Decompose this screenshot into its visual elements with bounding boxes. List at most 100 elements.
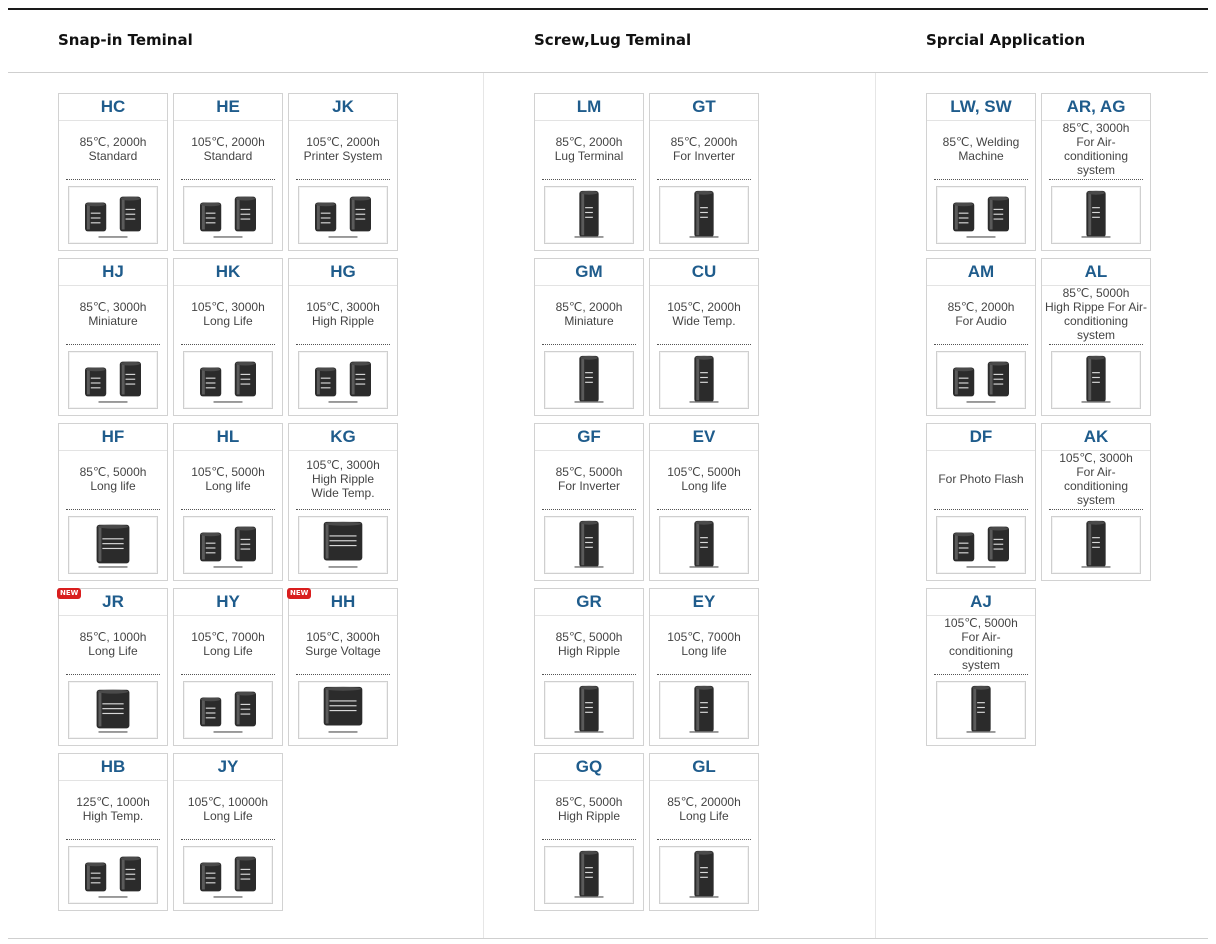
capacitor-image[interactable]	[68, 681, 158, 739]
product-card-hy[interactable]: HY 105℃, 7000h Long Life	[173, 588, 283, 746]
capacitor-image[interactable]	[298, 681, 388, 739]
series-code[interactable]: EV	[650, 424, 758, 451]
capacitor-image[interactable]	[298, 351, 388, 409]
series-code[interactable]: HB	[59, 754, 167, 781]
series-code[interactable]: AL	[1042, 259, 1150, 286]
series-code[interactable]: HK	[174, 259, 282, 286]
dotted-separator	[657, 674, 751, 675]
series-description: 85℃, 3000h For Air-conditioning system	[1044, 121, 1148, 177]
product-card-hb[interactable]: HB 125℃, 1000h High Temp.	[58, 753, 168, 911]
product-card-kg[interactable]: KG 105℃, 3000h High Ripple Wide Temp.	[288, 423, 398, 581]
series-code[interactable]: HF	[59, 424, 167, 451]
capacitor-image[interactable]	[1051, 351, 1141, 409]
dotted-separator	[542, 179, 636, 180]
product-card-gf[interactable]: GF 85℃, 5000h For Inverter	[534, 423, 644, 581]
capacitor-image[interactable]	[659, 516, 749, 574]
series-code[interactable]: JY	[174, 754, 282, 781]
product-card-al[interactable]: AL 85℃, 5000h High Rippe For Air-condition…	[1041, 258, 1151, 416]
product-card-gr[interactable]: GR 85℃, 5000h High Ripple	[534, 588, 644, 746]
capacitor-icon	[315, 361, 371, 403]
product-card-df[interactable]: DF For Photo Flash	[926, 423, 1036, 581]
series-description: 105℃, 3000h High Ripple	[291, 286, 395, 342]
series-code[interactable]: LW, SW	[927, 94, 1035, 121]
capacitor-image[interactable]	[1051, 516, 1141, 574]
series-code[interactable]: HL	[174, 424, 282, 451]
capacitor-image[interactable]	[183, 681, 273, 739]
capacitor-image[interactable]	[298, 186, 388, 244]
capacitor-image[interactable]	[183, 516, 273, 574]
series-code[interactable]: LM	[535, 94, 643, 121]
product-card-lw-sw[interactable]: LW, SW 85℃, Welding Machine	[926, 93, 1036, 251]
series-code[interactable]: GM	[535, 259, 643, 286]
product-card-aj[interactable]: AJ 105℃, 5000h For Air-conditioning system	[926, 588, 1036, 746]
series-code[interactable]: AK	[1042, 424, 1150, 451]
series-code[interactable]: AM	[927, 259, 1035, 286]
capacitor-image[interactable]	[298, 516, 388, 574]
product-card-hf[interactable]: HF 85℃, 5000h Long life	[58, 423, 168, 581]
capacitor-image[interactable]	[659, 681, 749, 739]
capacitor-image[interactable]	[544, 846, 634, 904]
product-card-ey[interactable]: EY 105℃, 7000h Long life	[649, 588, 759, 746]
capacitor-image[interactable]	[544, 351, 634, 409]
description-line: 85℃, 3000h	[79, 300, 147, 314]
series-code[interactable]: HJ	[59, 259, 167, 286]
series-code[interactable]: JK	[289, 94, 397, 121]
product-card-gq[interactable]: GQ 85℃, 5000h High Ripple	[534, 753, 644, 911]
series-code[interactable]: CU	[650, 259, 758, 286]
capacitor-image[interactable]	[544, 681, 634, 739]
capacitor-image[interactable]	[68, 186, 158, 244]
product-card-hg[interactable]: HG 105℃, 3000h High Ripple	[288, 258, 398, 416]
capacitor-image[interactable]	[936, 186, 1026, 244]
series-code[interactable]: GR	[535, 589, 643, 616]
series-description: 85℃, 5000h For Inverter	[537, 451, 641, 507]
product-card-am[interactable]: AM 85℃, 2000h For Audio	[926, 258, 1036, 416]
product-card-hk[interactable]: HK 105℃, 3000h Long Life	[173, 258, 283, 416]
capacitor-image[interactable]	[183, 351, 273, 409]
product-card-cu[interactable]: CU 105℃, 2000h Wide Temp.	[649, 258, 759, 416]
product-card-hl[interactable]: HL 105℃, 5000h Long life	[173, 423, 283, 581]
capacitor-image[interactable]	[1051, 186, 1141, 244]
dotted-separator	[66, 179, 160, 180]
capacitor-image[interactable]	[68, 351, 158, 409]
series-code[interactable]: GT	[650, 94, 758, 121]
capacitor-image[interactable]	[936, 516, 1026, 574]
series-code[interactable]: HE	[174, 94, 282, 121]
capacitor-image[interactable]	[544, 516, 634, 574]
capacitor-image[interactable]	[936, 351, 1026, 409]
series-code[interactable]: GQ	[535, 754, 643, 781]
series-code[interactable]: EY	[650, 589, 758, 616]
capacitor-image[interactable]	[659, 186, 749, 244]
product-card-lm[interactable]: LM 85℃, 2000h Lug Terminal	[534, 93, 644, 251]
product-card-gm[interactable]: GM 85℃, 2000h Miniature	[534, 258, 644, 416]
product-card-hh[interactable]: HH NEW 105℃, 3000h Surge Voltage	[287, 588, 398, 746]
capacitor-image[interactable]	[936, 681, 1026, 739]
series-code[interactable]: HC	[59, 94, 167, 121]
series-code[interactable]: AR, AG	[1042, 94, 1150, 121]
capacitor-image[interactable]	[68, 846, 158, 904]
series-code[interactable]: GL	[650, 754, 758, 781]
product-card-jy[interactable]: JY 105℃, 10000h Long Life	[173, 753, 283, 911]
capacitor-image[interactable]	[659, 351, 749, 409]
series-code[interactable]: GF	[535, 424, 643, 451]
dotted-separator	[1049, 179, 1143, 180]
product-card-gt[interactable]: GT 85℃, 2000h For Inverter	[649, 93, 759, 251]
series-code[interactable]: KG	[289, 424, 397, 451]
series-code[interactable]: DF	[927, 424, 1035, 451]
capacitor-image[interactable]	[183, 846, 273, 904]
capacitor-image[interactable]	[68, 516, 158, 574]
product-card-jr[interactable]: JR NEW 85℃, 1000h Long Life	[57, 588, 168, 746]
product-card-he[interactable]: HE 105℃, 2000h Standard	[173, 93, 283, 251]
series-code[interactable]: HG	[289, 259, 397, 286]
series-code[interactable]: AJ	[927, 589, 1035, 616]
series-code[interactable]: HY	[174, 589, 282, 616]
capacitor-image[interactable]	[544, 186, 634, 244]
product-card-hj[interactable]: HJ 85℃, 3000h Miniature	[58, 258, 168, 416]
product-card-gl[interactable]: GL 85℃, 20000h Long Life	[649, 753, 759, 911]
product-card-hc[interactable]: HC 85℃, 2000h Standard	[58, 93, 168, 251]
capacitor-image[interactable]	[183, 186, 273, 244]
product-card-ar-ag[interactable]: AR, AG 85℃, 3000h For Air-conditioning sys…	[1041, 93, 1151, 251]
product-card-ev[interactable]: EV 105℃, 5000h Long life	[649, 423, 759, 581]
capacitor-image[interactable]	[659, 846, 749, 904]
product-card-jk[interactable]: JK 105℃, 2000h Printer System	[288, 93, 398, 251]
product-card-ak[interactable]: AK 105℃, 3000h For Air-conditioning system	[1041, 423, 1151, 581]
